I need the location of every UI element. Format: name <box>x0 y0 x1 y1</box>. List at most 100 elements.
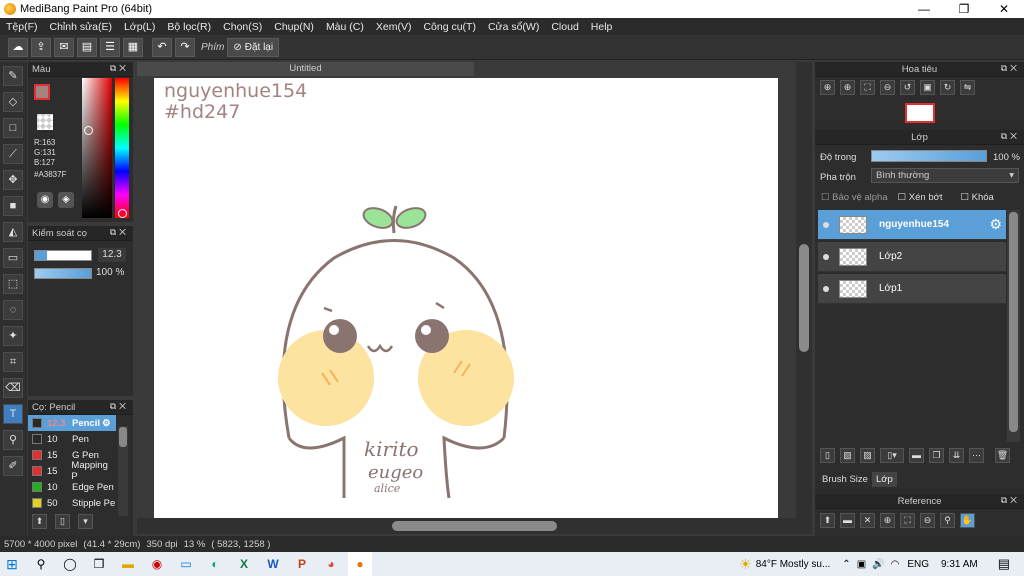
move-tool-icon[interactable]: ✥ <box>3 170 23 190</box>
menu-help[interactable]: Help <box>585 21 619 33</box>
saturation-brightness-box[interactable] <box>82 78 112 218</box>
notification-icon[interactable]: ▤ <box>998 556 1010 572</box>
rectangle-tool-icon[interactable]: □ <box>3 118 23 138</box>
navigator-thumbnail[interactable] <box>905 103 935 123</box>
tab-brush-size[interactable]: Brush Size <box>818 472 872 487</box>
merge-down-icon[interactable]: ⇊ <box>949 448 964 463</box>
chevron-up-icon[interactable]: ⌃ <box>842 559 850 570</box>
menu-snap[interactable]: Chụp(N) <box>268 21 320 33</box>
lasso-tool-icon[interactable]: ◌ <box>3 300 23 320</box>
zoom-in-icon-2[interactable]: ⊕ <box>840 80 855 95</box>
visibility-icon[interactable] <box>823 285 829 292</box>
add-brush-icon[interactable]: ⬆ <box>32 514 47 529</box>
pen-tool-icon[interactable]: ✐ <box>3 456 23 476</box>
app-icon-red[interactable]: ◉ <box>145 552 169 576</box>
rotate-right-icon[interactable]: ↻ <box>940 80 955 95</box>
zoom-in-icon[interactable]: ⊕ <box>820 80 835 95</box>
fill-rect-tool-icon[interactable]: ■ <box>3 196 23 216</box>
panel-controls[interactable]: ⧉✕ <box>110 401 129 412</box>
visibility-icon[interactable] <box>823 253 829 260</box>
layer-row-lop1[interactable]: Lớp1 <box>818 274 1006 304</box>
actual-size-icon[interactable]: ▣ <box>920 80 935 95</box>
select-pen-tool-icon[interactable]: ⌗ <box>3 352 23 372</box>
transparent-swatch[interactable] <box>37 114 53 130</box>
delete-layer-icon[interactable]: 🗑 <box>995 448 1010 463</box>
new-halftone-layer-icon[interactable]: ▧ <box>840 448 855 463</box>
lock-checkbox[interactable]: ☐ Khóa <box>960 192 993 203</box>
brush-size-value[interactable]: 12.3 <box>98 248 126 262</box>
upload-icon[interactable]: ⬆ <box>820 513 835 528</box>
layer-list-scrollbar[interactable] <box>1007 210 1020 442</box>
hue-slider[interactable] <box>115 78 129 218</box>
fit-icon[interactable]: ⛶ <box>860 80 875 95</box>
layer-opacity-slider[interactable] <box>871 150 987 162</box>
gradient-tool-icon[interactable]: ▭ <box>3 248 23 268</box>
menu-window[interactable]: Cửa sổ(W) <box>482 21 545 33</box>
reset-button[interactable]: ⊘ Đặt lại <box>227 37 280 57</box>
redo-icon[interactable]: ↷ <box>175 37 195 57</box>
word-icon[interactable]: W <box>261 552 285 576</box>
volume-icon[interactable]: 🔊 <box>872 559 884 570</box>
panel-controls[interactable]: ⧉✕ <box>1001 495 1020 506</box>
rotate-left-icon[interactable]: ↺ <box>900 80 915 95</box>
add-layer-menu-icon[interactable]: ▯▾ <box>880 448 904 463</box>
menu-view[interactable]: Xem(V) <box>370 21 418 33</box>
menu-cloud[interactable]: Cloud <box>545 21 584 33</box>
brush-item-pen[interactable]: 10 Pen <box>28 431 116 447</box>
gear-icon[interactable]: ⚙ <box>102 418 111 429</box>
brush-item-mapping-pen[interactable]: 15 Mapping P <box>28 460 116 482</box>
protect-alpha-checkbox[interactable]: ☐ Bảo vệ alpha <box>821 192 888 203</box>
layer-list-icon[interactable]: ☰ <box>100 37 120 57</box>
canvas-paper[interactable]: nguyenhue154 #hd247 kirito eugeo alice <box>154 78 778 518</box>
layer-row-nguyenhue154[interactable]: nguyenhue154 ⚙ <box>818 210 1006 240</box>
tab-layer[interactable]: Lớp <box>871 472 897 487</box>
palette-icon[interactable]: ◉ <box>37 192 53 208</box>
brush-size-slider[interactable] <box>34 250 92 261</box>
blend-mode-select[interactable]: Bình thường ▾ <box>871 168 1019 183</box>
ref-eyedropper-icon[interactable]: ⚲ <box>940 513 955 528</box>
file-explorer-icon[interactable]: ▬ <box>116 552 140 576</box>
monitor-icon[interactable]: ▭ <box>174 552 198 576</box>
ref-zoom-in-icon[interactable]: ⊕ <box>880 513 895 528</box>
cortana-icon[interactable]: ◯ <box>58 552 82 576</box>
maximize-button[interactable]: ❐ <box>944 0 984 18</box>
brush-item-stipple-pen[interactable]: 50 Stipple Pe <box>28 495 116 511</box>
hue-cursor[interactable] <box>118 209 127 218</box>
menu-color[interactable]: Màu (C) <box>320 21 370 33</box>
share-icon[interactable]: ⇪ <box>31 37 51 57</box>
menu-tools[interactable]: Công cụ(T) <box>417 21 482 33</box>
brush-list-scrollbar[interactable] <box>118 426 128 516</box>
chrome-icon[interactable]: ◕ <box>319 552 343 576</box>
medibang-taskbar-icon[interactable]: ● <box>348 552 372 576</box>
close-reference-icon[interactable]: ✕ <box>860 513 875 528</box>
menu-file[interactable]: Tệp(F) <box>0 21 44 33</box>
bucket-tool-icon[interactable]: ◭ <box>3 222 23 242</box>
magic-wand-tool-icon[interactable]: ✦ <box>3 326 23 346</box>
minimize-button[interactable]: — <box>904 0 944 18</box>
edge-icon[interactable]: ◐ <box>203 552 227 576</box>
grid-icon[interactable]: ▦ <box>123 37 143 57</box>
brush-opacity-slider[interactable] <box>34 268 92 279</box>
panel-controls[interactable]: ⧉✕ <box>1001 63 1020 74</box>
select-tool-icon[interactable]: ⬚ <box>3 274 23 294</box>
wifi-icon[interactable]: ◠ <box>891 559 900 570</box>
new-layer-icon[interactable]: ▯ <box>820 448 835 463</box>
new-brush-icon[interactable]: ▯ <box>55 514 70 529</box>
windows-start-icon[interactable]: ⊞ <box>0 552 24 576</box>
menu-edit[interactable]: Chỉnh sửa(E) <box>44 21 118 33</box>
eraser-tool-icon[interactable]: ◇ <box>3 92 23 112</box>
brush-tool-icon[interactable]: ✎ <box>3 66 23 86</box>
language-indicator[interactable]: ENG <box>907 559 929 570</box>
powerpoint-icon[interactable]: P <box>290 552 314 576</box>
weather-text[interactable]: 84°F Mostly su... <box>756 559 831 570</box>
close-button[interactable]: ✕ <box>984 0 1024 18</box>
excel-icon[interactable]: X <box>232 552 256 576</box>
color-picker-icon[interactable]: ◈ <box>58 192 74 208</box>
gear-icon[interactable]: ⚙ <box>989 216 1002 233</box>
weather-icon[interactable]: ☀ <box>739 556 752 573</box>
cloud-icon[interactable]: ☁ <box>8 37 28 57</box>
clock[interactable]: 9:31 AM <box>941 559 978 570</box>
open-folder-icon[interactable]: ▬ <box>840 513 855 528</box>
select-eraser-tool-icon[interactable]: ⌫ <box>3 378 23 398</box>
dot-tool-icon[interactable]: ⟋ <box>3 144 23 164</box>
